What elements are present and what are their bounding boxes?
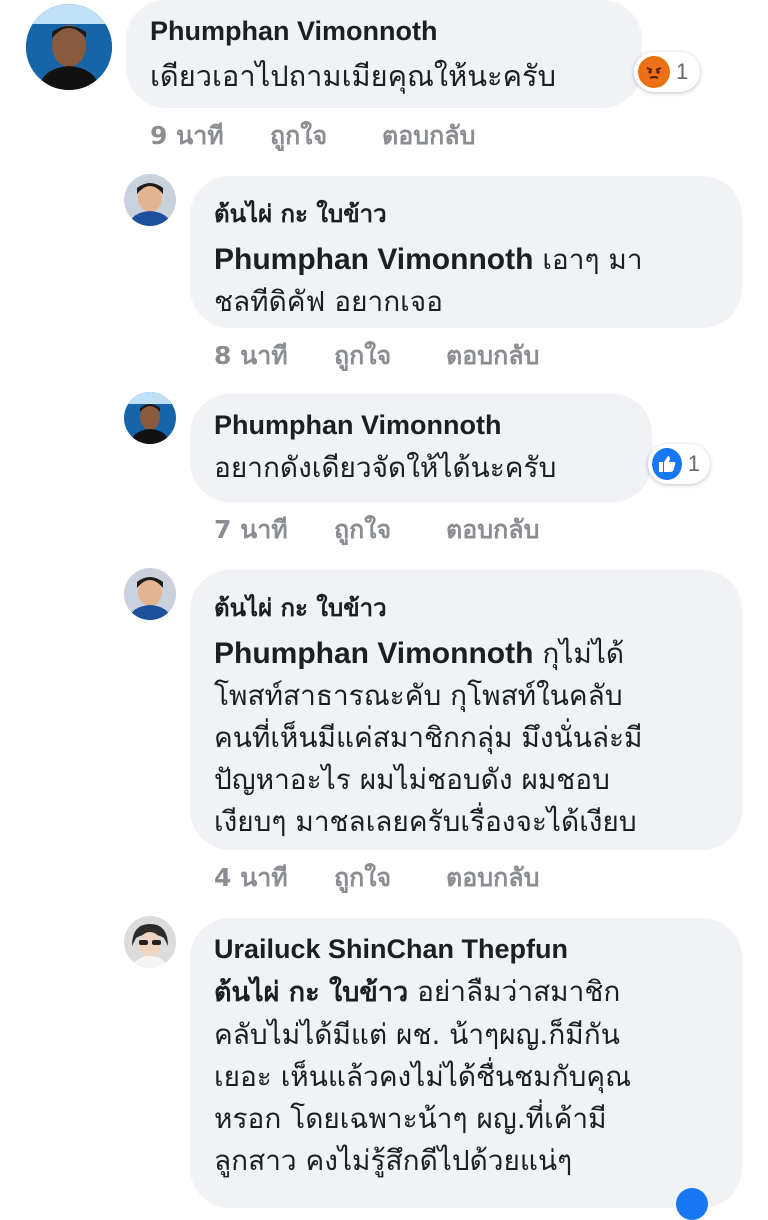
comment-text: อยากดังเดียวจัดให้ได้นะครับ xyxy=(214,451,557,484)
comment-meta: 8 นาที ถูกใจ ตอบกลับ xyxy=(214,336,614,370)
reaction-count: 1 xyxy=(687,451,700,476)
avatar[interactable] xyxy=(26,4,112,90)
comment-text: เดียวเอาไปถามเมียคุณให้นะครับ xyxy=(150,59,556,93)
like-link[interactable]: ถูกใจ xyxy=(334,858,391,898)
comment-text-part: กุไม่ได้ xyxy=(542,637,625,670)
comment-bubble: Phumphan Vimonnoth เดียวเอาไปถามเมียคุณใ… xyxy=(126,0,642,108)
like-icon[interactable] xyxy=(676,1188,708,1220)
comment-author[interactable]: Phumphan Vimonnoth xyxy=(214,410,652,441)
comment-meta: 9 นาที ถูกใจ ตอบกลับ xyxy=(150,116,550,150)
mention-link[interactable]: Phumphan Vimonnoth xyxy=(214,243,533,276)
like-link[interactable]: ถูกใจ xyxy=(334,336,391,376)
comment-text-part: โพสท์สาธารณะคับ กุโพสท์ในคลับ xyxy=(214,679,623,712)
comment-text-part: หรอก โดยเฉพาะน้าๆ ผญ.ที่เค้ามี xyxy=(214,1102,607,1135)
comment-text: ต้นไผ่ กะ ใบข้าว อย่าลืมว่าสมาชิก คลับไม… xyxy=(214,971,742,1182)
comment-bubble: ต้นไผ่ กะ ใบข้าว Phumphan Vimonnoth เอาๆ… xyxy=(190,176,742,328)
comment-author[interactable]: ต้นไผ่ กะ ใบข้าว xyxy=(214,194,742,233)
comment-text-part: คลับไม่ได้มีแต่ ผช. น้าๆผญ.ก็มีกัน xyxy=(214,1018,620,1051)
angry-icon xyxy=(638,56,670,88)
like-icon xyxy=(652,448,682,480)
avatar[interactable] xyxy=(124,568,176,620)
comment-text-part: เงียบๆ มาชลเลยครับเรื่องจะได้เงียบ xyxy=(214,805,637,838)
comment-time: 4 นาที xyxy=(214,863,288,892)
comment-time: 9 นาที xyxy=(150,121,224,150)
like-link[interactable]: ถูกใจ xyxy=(270,116,327,156)
comment-text-part: ลูกสาว คงไม่รู้สึกดีไปด้วยแน่ๆ xyxy=(214,1144,573,1177)
comment-bubble: Phumphan Vimonnoth อยากดังเดียวจัดให้ได้… xyxy=(190,394,652,502)
comment-time: 8 นาที xyxy=(214,341,288,370)
comment-author[interactable]: Urailuck ShinChan Thepfun xyxy=(214,934,742,965)
comment-text-part: คนที่เห็นมีแค่สมาชิกกลุ่ม มึงนั่นล่ะมี xyxy=(214,721,643,754)
comment-time: 7 นาที xyxy=(214,515,288,544)
comment-author[interactable]: ต้นไผ่ กะ ใบข้าว xyxy=(214,588,742,627)
avatar[interactable] xyxy=(124,392,176,444)
comment-text-part: เยอะ เห็นแล้วคงไม่ได้ชื่นชมกับคุณ xyxy=(214,1060,632,1093)
comment-text: Phumphan Vimonnoth กุไม่ได้ โพสท์สาธารณะ… xyxy=(214,633,742,843)
comment-bubble: Urailuck ShinChan Thepfun ต้นไผ่ กะ ใบข้… xyxy=(190,918,742,1208)
avatar[interactable] xyxy=(124,916,176,968)
reply-link[interactable]: ตอบกลับ xyxy=(446,858,539,898)
comment-meta: 7 นาที ถูกใจ ตอบกลับ xyxy=(214,510,614,544)
reaction-badge[interactable]: 1 xyxy=(648,444,710,484)
reply-link[interactable]: ตอบกลับ xyxy=(446,336,539,376)
like-link[interactable]: ถูกใจ xyxy=(334,510,391,550)
mention-link[interactable]: Phumphan Vimonnoth xyxy=(214,637,533,670)
comment-text-part: อย่าลืมว่าสมาชิก xyxy=(417,975,621,1008)
avatar[interactable] xyxy=(124,174,176,226)
comment-text-part: ชลทีดิคัฟ อยากเจอ xyxy=(214,285,443,318)
reply-link[interactable]: ตอบกลับ xyxy=(446,510,539,550)
reaction-badge[interactable]: 1 xyxy=(634,52,700,92)
comment-text-part: เอาๆ มา xyxy=(542,243,643,276)
mention-link[interactable]: ต้นไผ่ กะ ใบข้าว xyxy=(214,977,408,1008)
comment-meta: 4 นาที ถูกใจ ตอบกลับ xyxy=(214,858,614,892)
comment-text-part: ปัญหาอะไร ผมไม่ชอบดัง ผมชอบ xyxy=(214,763,610,796)
reaction-count: 1 xyxy=(676,59,689,84)
comment-author[interactable]: Phumphan Vimonnoth xyxy=(150,16,642,47)
comment-text: Phumphan Vimonnoth เอาๆ มา ชลทีดิคัฟ อยา… xyxy=(214,239,742,323)
reply-link[interactable]: ตอบกลับ xyxy=(382,116,475,156)
comment-bubble: ต้นไผ่ กะ ใบข้าว Phumphan Vimonnoth กุไม… xyxy=(190,570,742,850)
